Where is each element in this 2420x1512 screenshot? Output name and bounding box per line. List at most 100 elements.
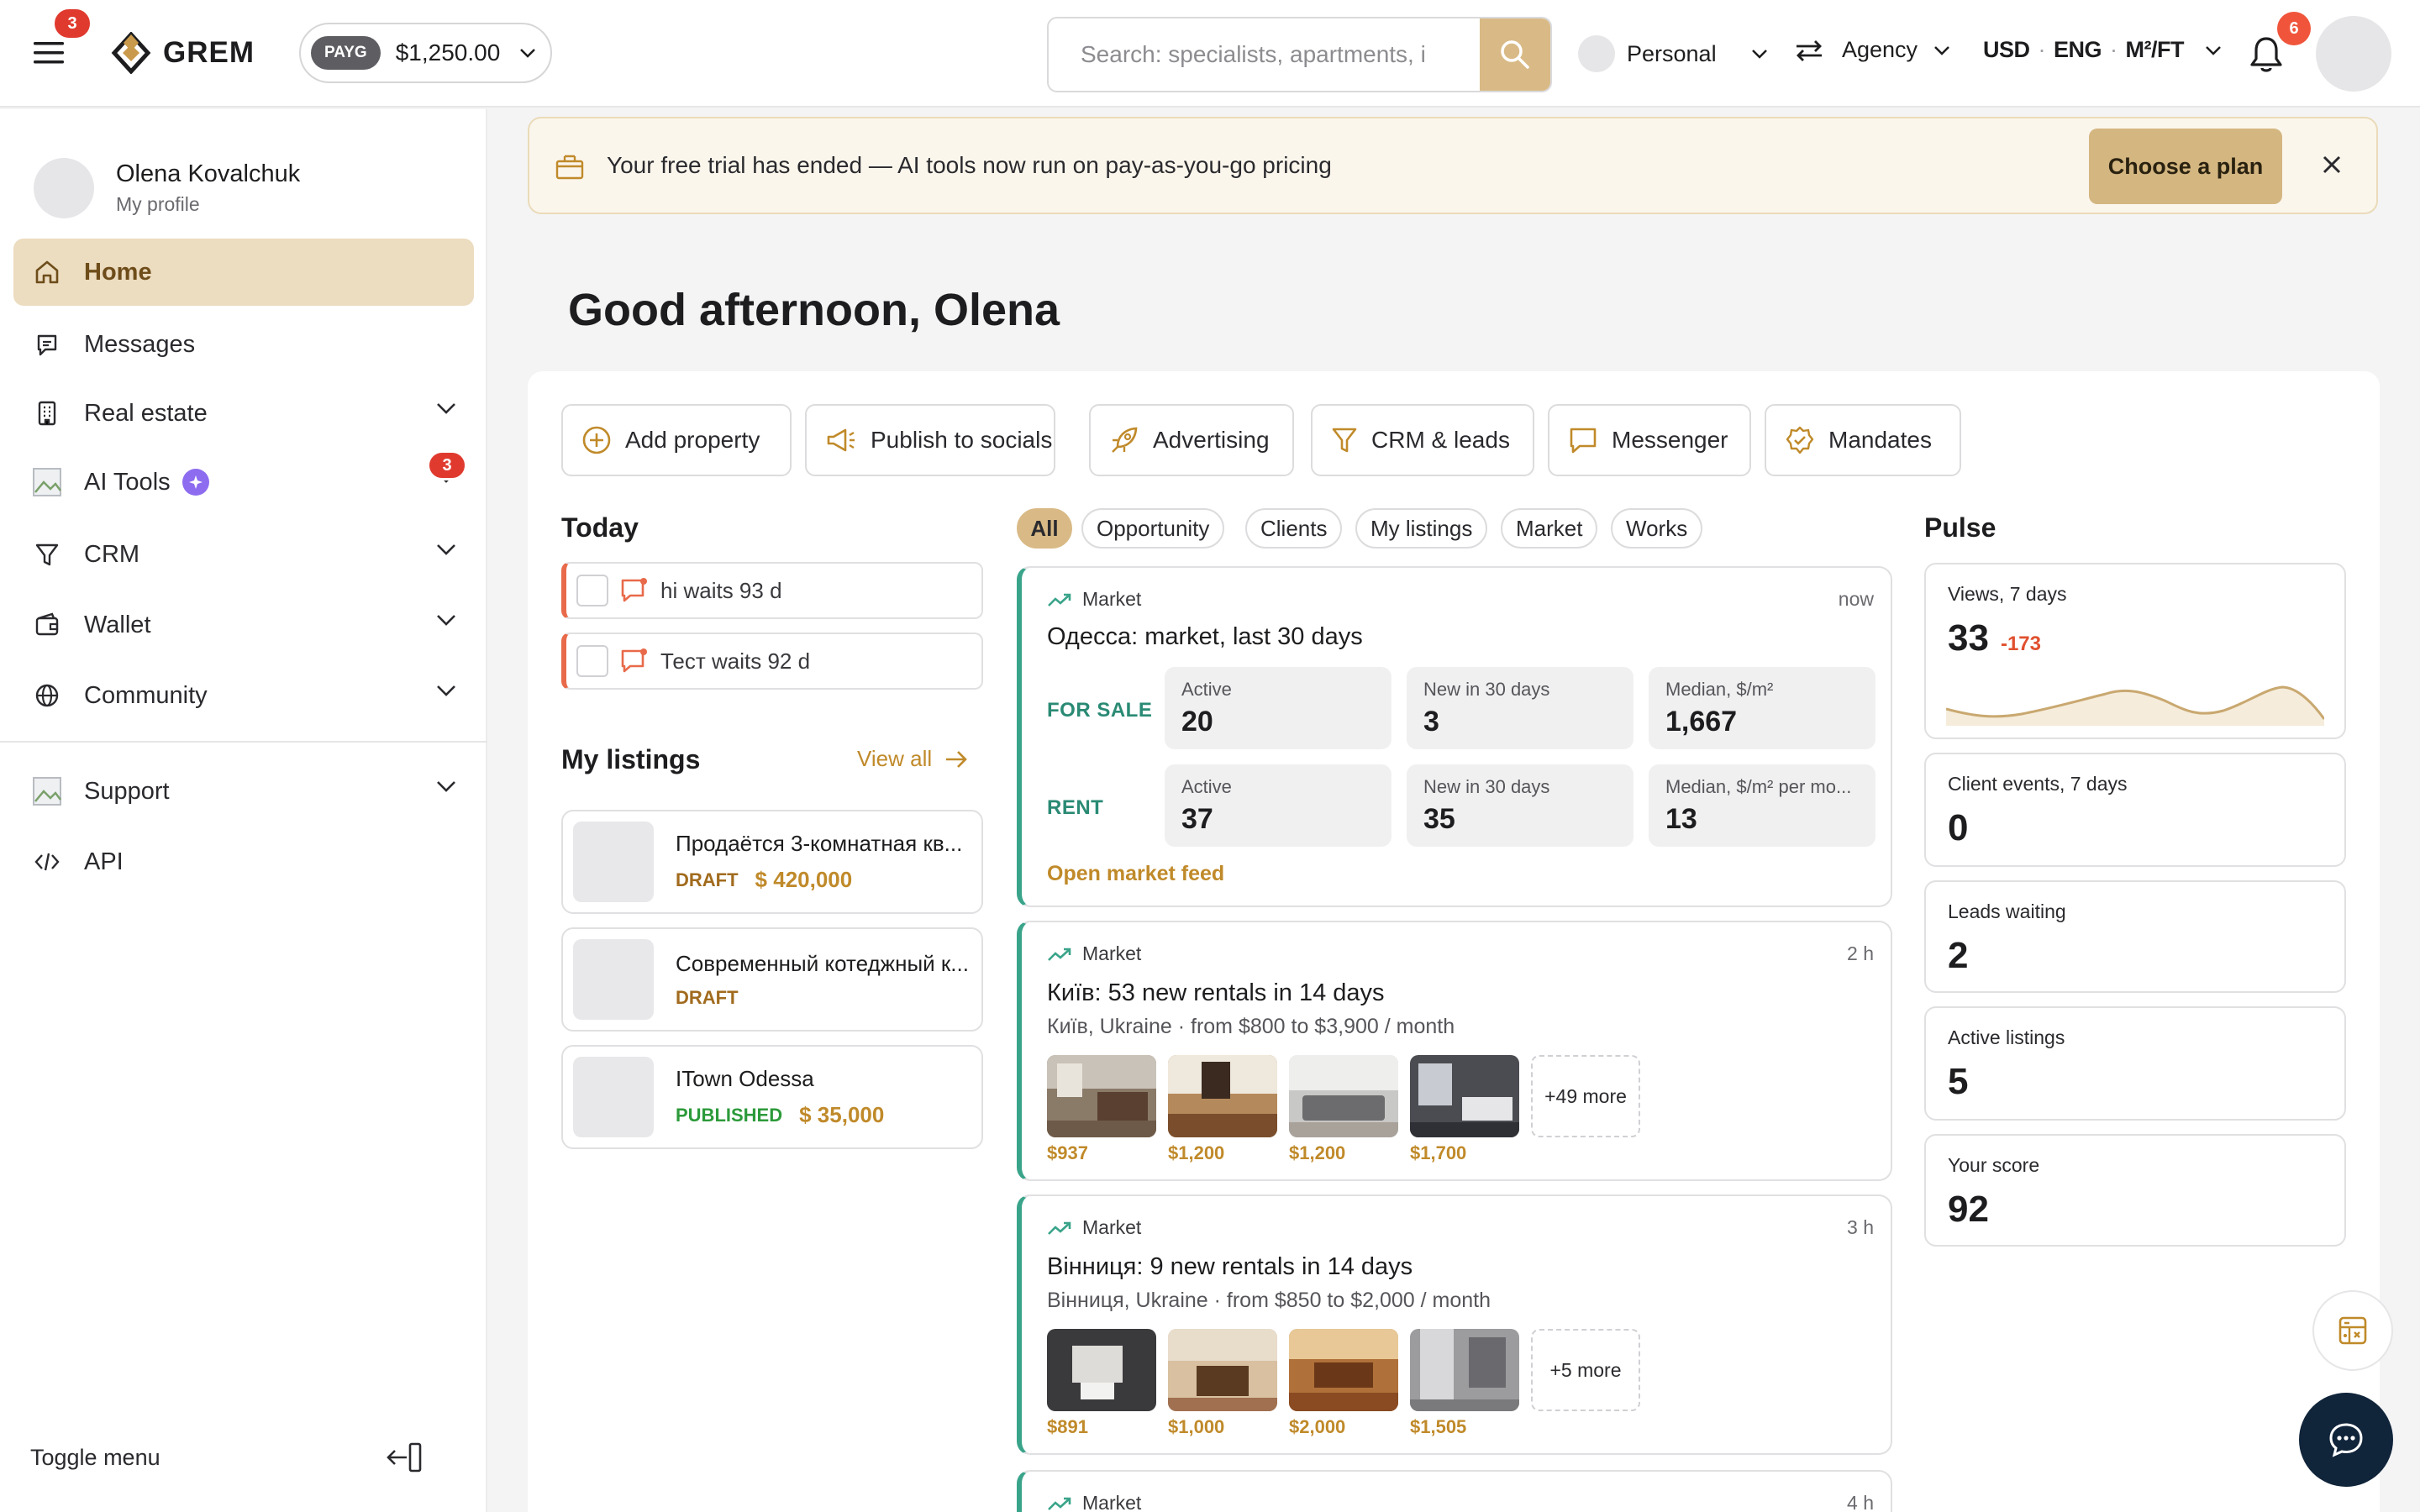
card-time: 4 h (1847, 1492, 1874, 1512)
listing-photo[interactable] (1047, 1329, 1156, 1411)
sidebar-item-home[interactable]: Home (13, 239, 474, 306)
rent-label: RENT (1047, 796, 1104, 819)
quick-action-label: Messenger (1612, 427, 1728, 453)
locale-dropdown[interactable]: USD · ENG · M²/FT (1983, 37, 2223, 63)
mandates-button[interactable]: Mandates (1765, 404, 1961, 476)
role-switcher[interactable]: Agency (1795, 37, 1951, 63)
listing-card[interactable]: Продаётся 3-комнатная кв... DRAFT $ 420,… (561, 810, 983, 914)
market-summary-card[interactable]: Market now Одесса: market, last 30 days … (1017, 566, 1892, 907)
filter-chip-market[interactable]: Market (1501, 508, 1598, 549)
search-button[interactable] (1480, 18, 1550, 91)
ai-tools-badge: 3 (427, 450, 467, 480)
pulse-card-active-listings[interactable]: Active listings 5 (1924, 1006, 2346, 1121)
listing-status: DRAFT (676, 986, 739, 1008)
calculator-button[interactable] (2312, 1290, 2393, 1371)
listing-photo[interactable] (1410, 1329, 1519, 1411)
listing-photo[interactable] (1047, 1055, 1156, 1137)
listing-photo[interactable] (1410, 1055, 1519, 1137)
language-label: ENG (2054, 37, 2102, 62)
publish-to-socials-button[interactable]: Publish to socials (805, 404, 1055, 476)
sparkle-icon (182, 469, 209, 496)
market-card[interactable]: Market 2 h Київ: 53 new rentals in 14 da… (1017, 921, 1892, 1181)
plus-circle-icon (582, 426, 611, 454)
choose-plan-button[interactable]: Choose a plan (2089, 129, 2282, 204)
pulse-card-views[interactable]: Views, 7 days 33 -173 (1924, 563, 2346, 739)
listing-card[interactable]: Современный котеджный к... DRAFT (561, 927, 983, 1032)
listing-card[interactable]: ITown Odessa PUBLISHED $ 35,000 (561, 1045, 983, 1149)
sidebar-item-wallet[interactable]: Wallet (13, 591, 474, 659)
toggle-menu-label[interactable]: Toggle menu (30, 1445, 160, 1471)
listing-photo[interactable] (1168, 1329, 1277, 1411)
sidebar-item-support[interactable]: Support (13, 758, 474, 825)
view-all-link[interactable]: View all (857, 746, 969, 772)
menu-icon[interactable] (32, 39, 66, 67)
filter-chip-all[interactable]: All (1017, 508, 1072, 549)
sidebar-item-crm[interactable]: CRM (13, 521, 474, 588)
crm-leads-button[interactable]: CRM & leads (1311, 404, 1534, 476)
close-icon[interactable] (2321, 154, 2343, 176)
sidebar-item-api[interactable]: API (13, 828, 474, 895)
listing-photo[interactable] (1289, 1329, 1398, 1411)
advertising-button[interactable]: Advertising (1089, 404, 1294, 476)
chat-bubble-icon (2329, 1423, 2363, 1457)
search-input[interactable] (1049, 18, 1481, 91)
balance-dropdown[interactable]: PAYG $1,250.00 (299, 23, 552, 83)
listing-price: $ 420,000 (755, 867, 853, 892)
open-market-feed-link[interactable]: Open market feed (1047, 862, 1224, 886)
listing-photo[interactable] (1289, 1055, 1398, 1137)
market-card[interactable]: Market 3 h Вінниця: 9 new rentals in 14 … (1017, 1194, 1892, 1455)
task-checkbox[interactable] (576, 575, 608, 606)
ai-tools-icon (32, 467, 62, 497)
chevron-down-icon (1934, 45, 1949, 55)
sidebar-item-label: Community (84, 681, 208, 709)
listing-photo[interactable] (1168, 1055, 1277, 1137)
card-time: 3 h (1847, 1216, 1874, 1238)
sidebar-divider (0, 741, 487, 743)
logo[interactable]: GREM (111, 32, 255, 74)
trend-up-icon (1048, 593, 1071, 606)
sidebar-item-label: Home (84, 258, 152, 286)
sidebar-item-real-estate[interactable]: Real estate (13, 380, 474, 447)
filter-chip-clients[interactable]: Clients (1245, 508, 1343, 549)
filter-chip-opportunity[interactable]: Opportunity (1081, 508, 1225, 549)
megaphone-icon (827, 428, 855, 452)
message-alert-icon (621, 648, 647, 673)
listing-photo-price: $1,700 (1410, 1142, 1467, 1163)
task-item[interactable]: hi waits 93 d (561, 562, 983, 619)
market-card[interactable]: Market 4 h (1017, 1470, 1892, 1512)
account-mode-label: Personal (1627, 40, 1717, 66)
add-property-button[interactable]: Add property (561, 404, 792, 476)
task-item[interactable]: Тест waits 92 d (561, 633, 983, 690)
account-mode-dropdown[interactable]: Personal (1578, 35, 1769, 72)
messenger-button[interactable]: Messenger (1548, 404, 1751, 476)
filter-chip-my-listings[interactable]: My listings (1355, 508, 1488, 549)
code-icon (32, 847, 62, 877)
filter-chip-works[interactable]: Works (1611, 508, 1703, 549)
pulse-label: Client events, 7 days (1948, 773, 2128, 795)
pulse-card-leads-waiting[interactable]: Leads waiting 2 (1924, 880, 2346, 993)
more-photos-button[interactable]: +49 more (1531, 1055, 1640, 1137)
support-icon (32, 776, 62, 806)
profile-link[interactable]: Olena Kovalchuk My profile (34, 158, 300, 218)
task-checkbox[interactable] (576, 645, 608, 677)
user-avatar[interactable] (2316, 16, 2391, 92)
funnel-icon (32, 539, 62, 570)
banner-text: Your free trial has ended — AI tools now… (607, 152, 1332, 178)
sidebar-item-community[interactable]: Community (13, 662, 474, 729)
view-all-label: View all (857, 746, 933, 771)
bell-icon (2250, 37, 2282, 72)
sidebar-item-messages[interactable]: Messages (13, 311, 474, 378)
task-label: Тест waits 92 d (660, 648, 811, 674)
chat-support-button[interactable] (2299, 1393, 2393, 1487)
listing-title: ITown Odessa (676, 1066, 814, 1091)
sidebar-item-ai-tools[interactable]: AI Tools 3 (13, 449, 474, 516)
profile-subtitle: My profile (116, 193, 200, 215)
more-photos-button[interactable]: +5 more (1531, 1329, 1640, 1411)
pulse-card-client-events[interactable]: Client events, 7 days 0 (1924, 753, 2346, 867)
listing-photo-price: $937 (1047, 1142, 1088, 1163)
notifications-button[interactable] (2249, 35, 2284, 74)
globe-icon (32, 680, 62, 711)
pulse-label: Your score (1948, 1154, 2040, 1176)
pulse-card-score[interactable]: Your score 92 (1924, 1134, 2346, 1247)
collapse-sidebar-icon[interactable] (387, 1441, 424, 1473)
